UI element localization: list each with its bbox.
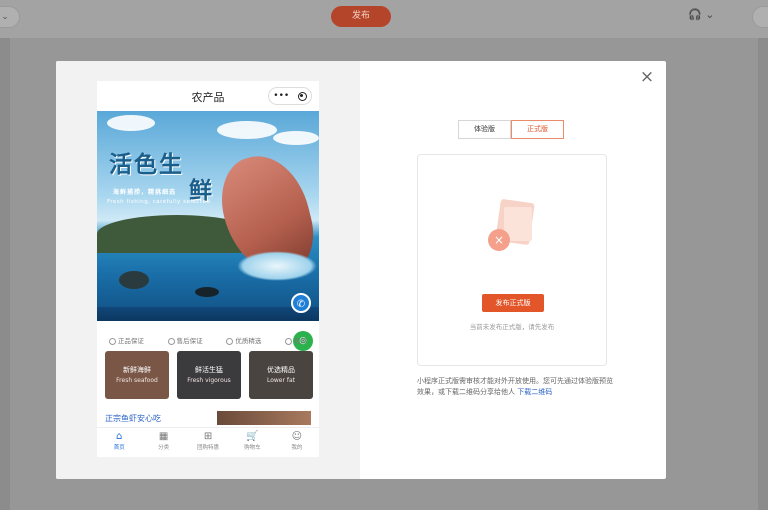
chevron-down-icon[interactable]: ⌄ [0, 6, 20, 28]
cloud-shape [217, 121, 277, 139]
publish-official-button[interactable]: 发布正式版 [482, 294, 544, 312]
avatar[interactable] [752, 6, 768, 28]
phone-preview: 农产品 ••• 活色生 鲜 海鲜捕捞，精挑细选 Fresh fishing, c… [97, 81, 319, 457]
error-icon: × [488, 229, 510, 251]
cart-icon: 🛒 [246, 431, 259, 442]
category-card[interactable]: 优选精品 Lower fat [249, 351, 313, 399]
publish-button[interactable]: 发布 [331, 6, 391, 27]
category-sub: Lower fat [266, 377, 296, 384]
category-label: 鲜活生猛 [195, 366, 223, 374]
tab-home[interactable]: ⌂ 首页 [97, 428, 141, 457]
qr-hint: 当前未发布正式版，请先发布 [469, 323, 555, 331]
tab-profile[interactable]: ☺ 我的 [275, 428, 319, 457]
category-card[interactable]: 新鲜海鲜 Fresh seafood [105, 351, 169, 399]
category-card[interactable]: 鲜活生猛 Fresh vigorous [177, 351, 241, 399]
feature-item: 正品保证 [108, 335, 144, 345]
crab-image [119, 271, 149, 289]
check-icon [108, 337, 116, 345]
category-label: 新鲜海鲜 [123, 366, 151, 374]
editor-topbar: ⌄ 发布 🎧 ⌄ [0, 0, 768, 38]
star-icon [226, 337, 234, 345]
splash-image [237, 251, 317, 281]
category-grid: 新鲜海鲜 Fresh seafood 鲜活生猛 Fresh vigorous 优… [105, 351, 313, 399]
mini-program-titlebar: 农产品 ••• [97, 81, 319, 111]
banner-headline: 活色生 [109, 151, 184, 178]
tab-trial-version[interactable]: 体验版 [458, 120, 511, 139]
banner-subtitle-en: Fresh fishing, carefully selected [107, 199, 211, 205]
cloud-shape [107, 115, 155, 131]
headset-icon[interactable]: 🎧 ⌄ [688, 8, 714, 21]
banner-subtitle: 海鲜捕捞，精挑细选 [113, 189, 177, 196]
cloud-shape [273, 131, 319, 145]
bottom-tabbar: ⌂ 首页 ▦ 分类 ⊞ 团购特惠 🛒 购物车 ☺ 我的 [97, 427, 319, 457]
hero-banner[interactable]: 活色生 鲜 海鲜捕捞，精挑细选 Fresh fishing, carefully… [97, 111, 319, 321]
feature-item: 售后保证 [167, 335, 203, 345]
download-qr-link[interactable]: 下载二维码 [517, 388, 552, 396]
unpublished-illustration: × [484, 198, 540, 259]
home-icon: ⌂ [116, 431, 123, 442]
close-icon[interactable]: × [637, 67, 657, 87]
tab-category[interactable]: ▦ 分类 [141, 428, 185, 457]
exit-icon[interactable] [297, 91, 307, 101]
user-icon: ☺ [291, 431, 303, 442]
publish-modal: × 农产品 ••• 活色生 鲜 海鲜捕捞，精挑细选 Fresh fishing,… [56, 61, 666, 479]
section-image [217, 411, 311, 425]
capsule-menu[interactable]: ••• [268, 87, 312, 105]
more-icon[interactable]: ••• [273, 91, 289, 101]
qr-code-box: × 发布正式版 当前未发布正式版，请先发布 [417, 154, 607, 366]
feature-strip: 正品保证 售后保证 优质精选 包邮 [97, 332, 319, 348]
version-switch: 体验版 正式版 [458, 120, 564, 139]
truck-icon [285, 337, 293, 345]
shield-icon [167, 337, 175, 345]
tab-group-buy[interactable]: ⊞ 团购特惠 [186, 428, 230, 457]
small-fish-image [195, 287, 219, 297]
feature-item: 包邮 [285, 335, 307, 345]
feature-item: 优质精选 [226, 335, 261, 345]
publish-description: 小程序正式版需审核才能对外开放使用。您可先通过体验版预览效果，或下载二维码分享给… [417, 376, 617, 398]
category-sub: Fresh seafood [116, 377, 158, 384]
grid-icon: ▦ [158, 431, 169, 442]
category-sub: Fresh vigorous [187, 377, 231, 384]
seafloor-image [97, 307, 319, 321]
tab-cart[interactable]: 🛒 购物车 [230, 428, 274, 457]
tab-official-version[interactable]: 正式版 [511, 120, 564, 139]
phone-icon[interactable]: ✆ [291, 293, 311, 313]
gift-icon: ⊞ [203, 431, 213, 442]
section-title: 正宗鱼虾安心吃 [105, 414, 161, 423]
description-text: 小程序正式版需审核才能对外开放使用。您可先通过体验版预览效果，或下载二维码分享给… [417, 377, 613, 396]
category-label: 优选精品 [267, 366, 295, 374]
